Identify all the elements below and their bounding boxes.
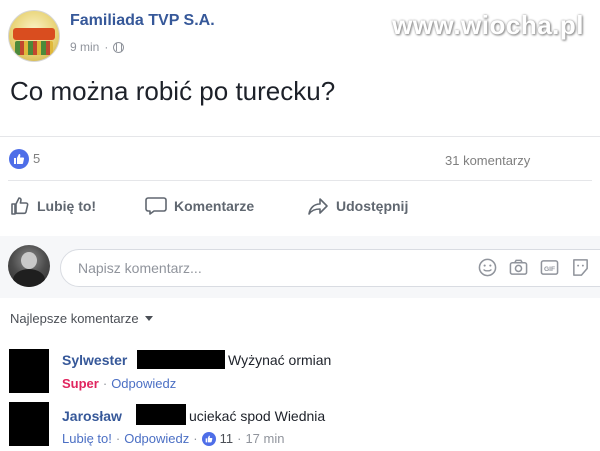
comment-text: Wyżynać ormian <box>228 352 332 368</box>
page-name[interactable]: Familiada TVP S.A. <box>70 12 215 30</box>
divider <box>8 180 592 181</box>
svg-text:GIF: GIF <box>544 266 555 273</box>
composer-icons: GIF <box>478 258 590 277</box>
comment-author[interactable]: Sylwester <box>62 352 127 368</box>
comment-author[interactable]: Jarosław <box>62 408 122 424</box>
share-button-label: Udostępnij <box>336 198 409 214</box>
reaction-super[interactable]: Super <box>62 376 99 391</box>
sort-comments-dropdown[interactable]: Najlepsze komentarze <box>10 311 153 326</box>
comments-count[interactable]: 31 komentarzy <box>445 153 530 168</box>
speech-bubble-icon <box>145 197 167 215</box>
post-text: Co można robić po turecku? <box>10 76 336 106</box>
censored-surname <box>137 350 225 369</box>
camera-icon[interactable] <box>509 258 528 277</box>
reply-link[interactable]: Odpowiedz <box>124 431 189 446</box>
like-link[interactable]: Lubię to! <box>62 431 112 446</box>
like-button-label: Lubię to! <box>37 198 97 214</box>
share-arrow-icon <box>308 198 328 215</box>
meta-separator: · <box>104 40 109 54</box>
like-icon <box>201 431 216 446</box>
like-count[interactable]: 5 <box>33 151 40 166</box>
comment-button[interactable]: Komentarze <box>145 196 254 216</box>
comment-actions: Super · Odpowiedz <box>62 376 177 391</box>
share-button[interactable]: Udostępnij <box>307 196 408 216</box>
censored-avatar <box>9 402 49 446</box>
logo-band <box>13 28 55 40</box>
divider <box>0 136 600 137</box>
censored-avatar <box>9 349 49 393</box>
reply-link[interactable]: Odpowiedz <box>111 376 176 391</box>
watermark: www.wiocha.pl <box>392 10 584 40</box>
globe-icon <box>113 41 125 53</box>
comment-like-count[interactable]: 11 <box>220 431 234 446</box>
sticker-icon[interactable] <box>571 258 590 277</box>
avatar[interactable] <box>8 245 50 287</box>
comment-text: uciekać spod Wiednia <box>189 408 326 424</box>
sort-label: Najlepsze komentarze <box>10 311 139 326</box>
like-icon[interactable] <box>9 149 29 169</box>
chevron-down-icon <box>144 316 153 321</box>
page-avatar[interactable] <box>8 10 60 62</box>
post-time[interactable]: 9 min <box>70 40 99 54</box>
comment-time[interactable]: 17 min <box>245 431 284 446</box>
like-button[interactable]: Lubię to! <box>10 196 96 216</box>
post-meta: 9 min · <box>70 40 125 54</box>
comment-button-label: Komentarze <box>174 198 255 214</box>
censored-surname <box>136 404 186 425</box>
thumbs-up-icon <box>11 197 29 215</box>
comment-actions: Lubię to! · Odpowiedz · 11 · 17 min <box>62 431 285 446</box>
gif-icon[interactable]: GIF <box>540 258 559 277</box>
logo-people <box>15 41 53 55</box>
emoji-icon[interactable] <box>478 258 497 277</box>
